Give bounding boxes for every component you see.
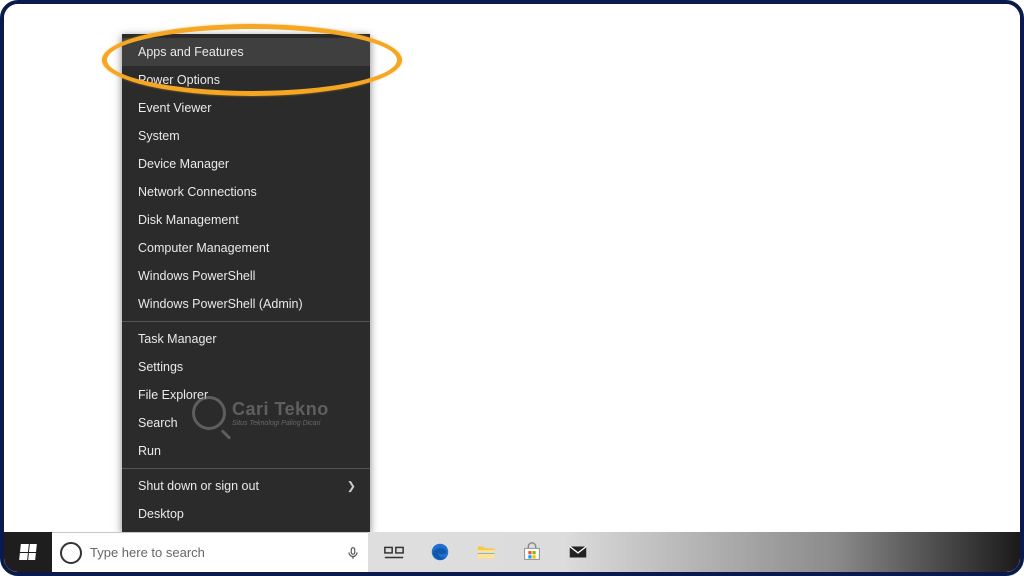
winx-menu: Apps and Features Power Options Event Vi… bbox=[122, 34, 370, 532]
winx-item-label: Event Viewer bbox=[138, 101, 211, 115]
winx-item-system[interactable]: System bbox=[122, 122, 370, 150]
winx-item-settings[interactable]: Settings bbox=[122, 353, 370, 381]
winx-item-label: Apps and Features bbox=[138, 45, 244, 59]
mail-icon[interactable] bbox=[558, 532, 598, 572]
winx-item-label: Search bbox=[138, 416, 178, 430]
winx-item-windows-powershell-admin[interactable]: Windows PowerShell (Admin) bbox=[122, 290, 370, 318]
winx-item-shut-down-or-sign-out[interactable]: Shut down or sign out ❯ bbox=[122, 472, 370, 500]
store-icon[interactable] bbox=[512, 532, 552, 572]
winx-item-label: Power Options bbox=[138, 73, 220, 87]
winx-item-device-manager[interactable]: Device Manager bbox=[122, 150, 370, 178]
winx-item-file-explorer[interactable]: File Explorer bbox=[122, 381, 370, 409]
winx-item-power-options[interactable]: Power Options bbox=[122, 66, 370, 94]
windows-logo-icon bbox=[19, 544, 37, 560]
winx-separator bbox=[122, 468, 370, 469]
winx-item-label: Windows PowerShell (Admin) bbox=[138, 297, 303, 311]
winx-item-label: Computer Management bbox=[138, 241, 269, 255]
taskbar-search[interactable]: Type here to search bbox=[52, 532, 368, 572]
winx-item-label: Device Manager bbox=[138, 157, 229, 171]
winx-item-computer-management[interactable]: Computer Management bbox=[122, 234, 370, 262]
winx-item-run[interactable]: Run bbox=[122, 437, 370, 465]
winx-item-label: File Explorer bbox=[138, 388, 208, 402]
winx-separator bbox=[122, 321, 370, 322]
winx-item-label: Run bbox=[138, 444, 161, 458]
winx-item-network-connections[interactable]: Network Connections bbox=[122, 178, 370, 206]
winx-item-label: Shut down or sign out bbox=[138, 479, 259, 493]
winx-item-disk-management[interactable]: Disk Management bbox=[122, 206, 370, 234]
taskbar: Type here to search bbox=[4, 532, 1020, 572]
cortana-icon bbox=[60, 542, 82, 564]
winx-item-label: Disk Management bbox=[138, 213, 239, 227]
chevron-right-icon: ❯ bbox=[347, 480, 356, 493]
taskbar-pinned bbox=[368, 532, 598, 572]
file-explorer-icon[interactable] bbox=[466, 532, 506, 572]
winx-item-event-viewer[interactable]: Event Viewer bbox=[122, 94, 370, 122]
winx-item-label: Network Connections bbox=[138, 185, 257, 199]
winx-item-windows-powershell[interactable]: Windows PowerShell bbox=[122, 262, 370, 290]
winx-item-label: Desktop bbox=[138, 507, 184, 521]
winx-item-label: Task Manager bbox=[138, 332, 217, 346]
search-placeholder: Type here to search bbox=[90, 545, 338, 560]
start-button[interactable] bbox=[4, 532, 52, 572]
task-view-icon[interactable] bbox=[374, 532, 414, 572]
winx-item-label: Settings bbox=[138, 360, 183, 374]
microphone-icon[interactable] bbox=[346, 544, 360, 562]
winx-item-desktop[interactable]: Desktop bbox=[122, 500, 370, 528]
winx-item-apps-and-features[interactable]: Apps and Features bbox=[122, 38, 370, 66]
desktop-area: Apps and Features Power Options Event Vi… bbox=[4, 4, 1020, 572]
winx-item-label: System bbox=[138, 129, 180, 143]
edge-icon[interactable] bbox=[420, 532, 460, 572]
winx-item-label: Windows PowerShell bbox=[138, 269, 255, 283]
winx-item-search[interactable]: Search bbox=[122, 409, 370, 437]
winx-item-task-manager[interactable]: Task Manager bbox=[122, 325, 370, 353]
